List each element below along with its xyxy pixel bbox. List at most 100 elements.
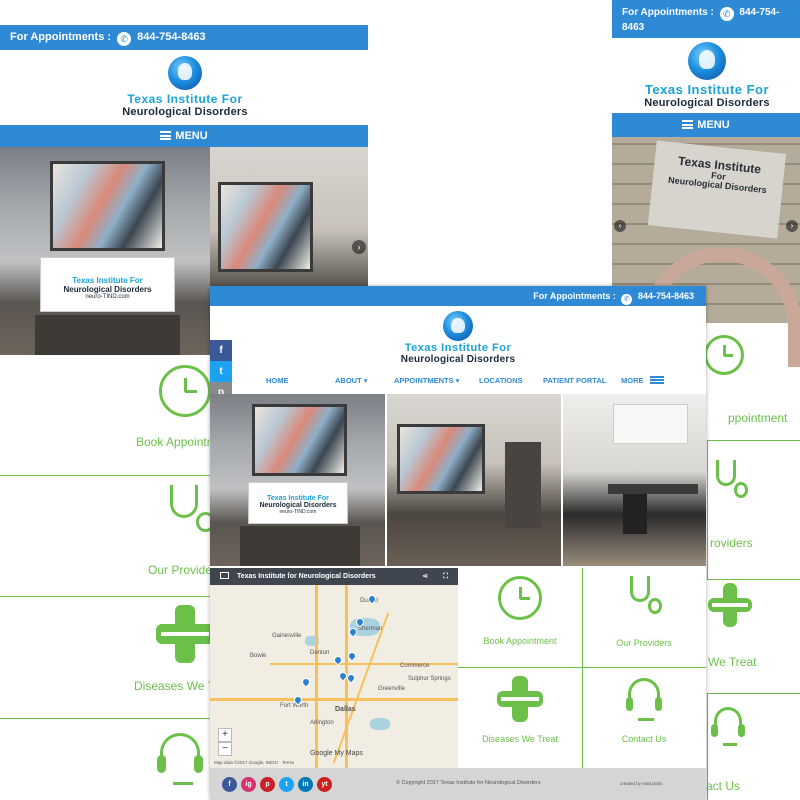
hamburger-icon bbox=[160, 131, 172, 140]
youtube-icon[interactable]: yt bbox=[317, 777, 332, 792]
map-zoom-in-button[interactable]: + bbox=[218, 728, 232, 742]
map-panel-icon[interactable] bbox=[220, 572, 229, 579]
appointments-phone-line2[interactable]: 8463 bbox=[622, 22, 644, 33]
service-diseases-label: Diseases We Treat bbox=[482, 734, 558, 744]
service-contact[interactable] bbox=[150, 730, 210, 786]
phone-icon: ✆ bbox=[621, 294, 633, 305]
grid-hline bbox=[458, 667, 706, 668]
appointments-phone[interactable]: 844-754-8463 bbox=[137, 31, 206, 43]
map-terms-link[interactable]: Terms bbox=[282, 760, 294, 765]
headset-icon bbox=[710, 705, 746, 747]
lobby-banner-url: neuro-TIND.com bbox=[279, 509, 317, 515]
map-city-label: Dallas bbox=[335, 706, 356, 713]
nav-about[interactable]: ABOUT ▾ bbox=[335, 376, 368, 385]
map-city-label: Commerce bbox=[400, 663, 430, 669]
instagram-icon[interactable]: ig bbox=[241, 777, 256, 792]
map-city-label: Gainesville bbox=[272, 633, 302, 639]
nav-more[interactable]: MORE bbox=[621, 376, 664, 385]
service-providers-label: Our Providers bbox=[616, 638, 672, 648]
map-share-icon[interactable]: ⋖ bbox=[422, 568, 428, 585]
carousel-prev-arrow[interactable]: ‹ bbox=[614, 220, 626, 232]
office-cabinets bbox=[613, 404, 688, 444]
service-book-label: Book Appointment bbox=[483, 636, 557, 646]
map-fullscreen-icon[interactable]: ⛶ bbox=[443, 568, 448, 585]
carousel-next-arrow[interactable]: › bbox=[786, 220, 798, 232]
map-highway bbox=[210, 698, 458, 701]
service-our-providers[interactable]: Our Providers bbox=[582, 576, 706, 648]
map-city-label: Sulphur Springs bbox=[408, 676, 451, 682]
service-diseases[interactable]: We Treat bbox=[706, 583, 800, 669]
logo-line2: Neurological Disorders bbox=[400, 354, 516, 365]
lobby-banner-line1: Texas Institute For bbox=[72, 276, 143, 285]
facebook-icon[interactable]: f bbox=[222, 777, 237, 792]
service-book-appointment[interactable]: ppointment bbox=[702, 335, 800, 425]
appointments-label: For Appointments : bbox=[10, 31, 112, 43]
service-book-appointment[interactable]: Book Appointment bbox=[458, 576, 582, 646]
map-location-pin[interactable] bbox=[346, 650, 358, 662]
hallway-artwork bbox=[218, 182, 313, 272]
nav-more-label: MORE bbox=[621, 376, 644, 385]
map-zoom-out-button[interactable]: − bbox=[218, 742, 232, 756]
lobby-banner-url: neuro-TIND.com bbox=[85, 294, 130, 300]
facebook-share-icon[interactable]: f bbox=[210, 340, 232, 361]
hallway-door bbox=[505, 442, 541, 528]
headset-icon bbox=[155, 730, 205, 786]
service-contact[interactable]: act Us bbox=[706, 705, 800, 793]
lobby-artwork bbox=[50, 161, 165, 251]
appointments-bar: For Appointments : ✆ 844-754-8463 bbox=[0, 25, 368, 50]
map-city-label: Greenville bbox=[378, 686, 406, 692]
twitter-share-icon[interactable]: t bbox=[210, 361, 232, 382]
gallery-image-lobby: Texas Institute For Neurological Disorde… bbox=[210, 394, 385, 566]
footer-copyright: © Copyright 2017 Texas Institute for Neu… bbox=[396, 780, 541, 786]
nav-patient-portal[interactable]: PATIENT PORTAL bbox=[543, 376, 606, 385]
pinterest-icon[interactable]: p bbox=[260, 777, 275, 792]
nav-appointments[interactable]: APPOINTMENTS ▾ bbox=[394, 376, 459, 385]
service-our-providers[interactable]: roviders bbox=[708, 460, 800, 550]
linkedin-icon[interactable]: in bbox=[298, 777, 313, 792]
nav-home[interactable]: HOME bbox=[266, 376, 289, 385]
office-desk bbox=[608, 484, 698, 494]
lobby-banner: Texas Institute For Neurological Disorde… bbox=[40, 257, 175, 312]
menu-button[interactable]: MENU bbox=[0, 125, 368, 147]
service-diseases-label: We Treat bbox=[708, 655, 757, 669]
brain-logo-icon bbox=[688, 42, 726, 80]
appointments-bar: For Appointments : ✆ 844-754- 8463 bbox=[612, 0, 800, 38]
menu-button[interactable]: MENU bbox=[612, 113, 800, 137]
map-attribution: Map data ©2017 Google, INEGI bbox=[214, 760, 278, 765]
nav-locations[interactable]: LOCATIONS bbox=[479, 376, 523, 385]
phone-icon: ✆ bbox=[117, 32, 132, 46]
service-book-label: ppointment bbox=[728, 411, 788, 425]
map-highway bbox=[270, 663, 458, 665]
site-logo[interactable]: Texas Institute For Neurological Disorde… bbox=[622, 42, 792, 109]
services-grid: Book Appointment Our Providers Diseases … bbox=[458, 568, 706, 768]
map-city-label: Arlington bbox=[310, 720, 334, 726]
appointments-bar: For Appointments : ✆ 844-754-8463 bbox=[210, 286, 706, 306]
site-logo[interactable]: Texas Institute For Neurological Disorde… bbox=[378, 311, 538, 365]
logo-line1: Texas Institute For bbox=[127, 92, 243, 106]
carousel-image-lobby: Texas Institute For Neurological Disorde… bbox=[0, 147, 210, 355]
service-contact[interactable]: Contact Us bbox=[582, 676, 706, 744]
lobby-banner: Texas Institute For Neurological Disorde… bbox=[248, 482, 348, 524]
map-location-pin[interactable] bbox=[300, 676, 312, 688]
office-chair bbox=[623, 494, 647, 534]
twitter-icon[interactable]: t bbox=[279, 777, 294, 792]
carousel-next-arrow[interactable]: › bbox=[352, 240, 366, 254]
hamburger-icon bbox=[682, 120, 694, 129]
alarm-clock-icon bbox=[704, 335, 744, 375]
lobby-counter bbox=[35, 315, 180, 355]
site-logo[interactable]: Texas Institute For Neurological Disorde… bbox=[95, 56, 275, 118]
appointments-phone-line1[interactable]: 844-754- bbox=[739, 7, 779, 18]
logo-line2: Neurological Disorders bbox=[644, 97, 770, 109]
map-header: Texas Institute for Neurological Disorde… bbox=[210, 568, 458, 585]
gallery-image-office bbox=[563, 394, 706, 566]
stethoscope-icon bbox=[624, 576, 664, 624]
appointments-phone[interactable]: 844-754-8463 bbox=[638, 291, 694, 301]
hallway-artwork bbox=[397, 424, 485, 494]
building-sign: Texas Institute For Neurological Disorde… bbox=[647, 140, 787, 239]
medical-cross-icon bbox=[708, 583, 752, 627]
menu-label: MENU bbox=[175, 130, 208, 142]
locations-map[interactable]: Texas Institute for Neurological Disorde… bbox=[210, 568, 458, 768]
alarm-clock-icon bbox=[498, 576, 542, 620]
service-diseases[interactable]: Diseases We Treat bbox=[458, 676, 582, 744]
footer-credit[interactable]: created by matt jacks bbox=[620, 781, 663, 786]
